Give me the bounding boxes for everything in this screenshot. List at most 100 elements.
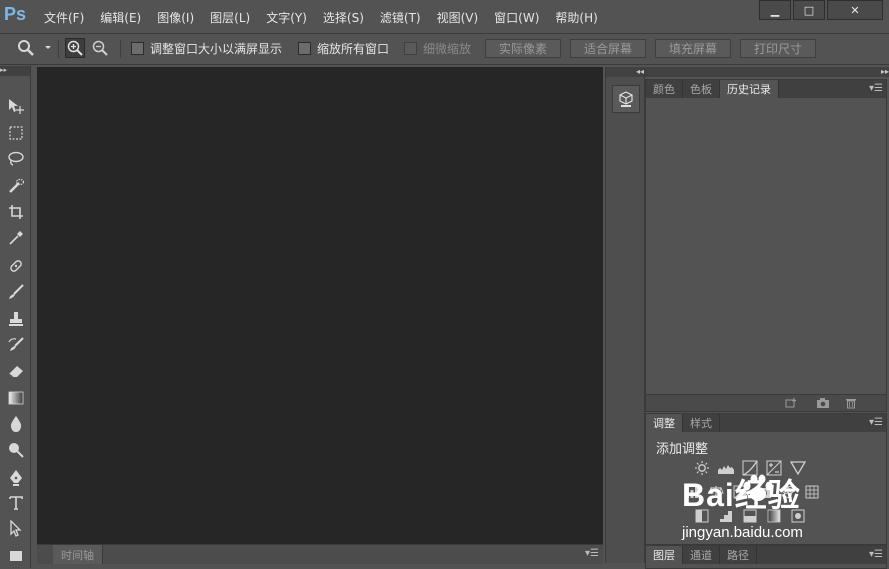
history-brush-icon: [8, 337, 24, 351]
eyedropper-icon: [9, 231, 23, 245]
lasso-tool[interactable]: [6, 149, 26, 169]
menu-select[interactable]: 选择(S): [323, 9, 364, 26]
menu-image[interactable]: 图像(I): [157, 9, 194, 26]
menu-window[interactable]: 窗口(W): [494, 9, 539, 26]
tab-styles[interactable]: 样式: [683, 414, 720, 432]
zoom-out-button[interactable]: [90, 38, 110, 58]
print-size-button[interactable]: 打印尺寸: [740, 39, 816, 58]
dropdown-arrow-icon: [45, 46, 51, 49]
move-tool-icon: [9, 99, 24, 114]
paw-logo-icon: [743, 474, 773, 501]
add-adjustment-title: 添加调整: [656, 442, 709, 457]
tab-layers[interactable]: 图层: [646, 546, 683, 564]
panel-menu-icon[interactable]: ▾☰: [869, 549, 883, 560]
history-panel-group: 颜色 色板 历史记录 ▾☰: [645, 79, 887, 412]
zoom-all-windows-option[interactable]: 缩放所有窗口: [298, 39, 389, 57]
brush-icon: [9, 284, 24, 299]
gradient-tool[interactable]: [6, 388, 26, 408]
path-selection-tool[interactable]: [6, 519, 26, 539]
menu-type[interactable]: 文字(Y): [266, 9, 307, 26]
menu-file[interactable]: 文件(F): [44, 9, 84, 26]
magnifier-icon: [18, 40, 34, 56]
close-button[interactable]: ✕: [827, 0, 883, 20]
scrubby-zoom-option[interactable]: 细微缩放: [404, 39, 471, 57]
type-tool[interactable]: [6, 493, 26, 513]
fill-screen-button[interactable]: 填充屏幕: [655, 39, 731, 58]
tools-collapse-icon[interactable]: ▸▸: [0, 66, 30, 76]
eraser-tool[interactable]: [6, 361, 26, 381]
crop-tool[interactable]: [6, 202, 26, 222]
eyedropper-tool[interactable]: [6, 228, 26, 248]
maximize-icon: □: [803, 3, 815, 17]
new-snapshot-button[interactable]: [816, 397, 830, 409]
dodge-tool[interactable]: [6, 440, 26, 460]
gradient-icon: [8, 391, 24, 405]
separator: [58, 40, 59, 58]
tab-adjustments[interactable]: 调整: [646, 414, 683, 432]
history-tabbar: 颜色 色板 历史记录 ▾☰: [646, 80, 886, 98]
tab-swatches[interactable]: 色板: [683, 80, 720, 98]
pen-tool[interactable]: [6, 468, 26, 488]
lasso-icon: [8, 151, 24, 166]
shape-tool[interactable]: [6, 546, 26, 566]
type-t-icon: [9, 496, 23, 510]
rectangular-marquee-icon: [9, 126, 23, 140]
watermark-site: jingyan.baidu.com: [682, 524, 803, 541]
healing-brush-icon: [10, 260, 22, 272]
quick-selection-tool[interactable]: [6, 176, 26, 196]
options-bar: 调整窗口大小以满屏显示 缩放所有窗口 细微缩放 实际像素 适合屏幕 填充屏幕 打…: [0, 34, 889, 65]
minimize-button[interactable]: ▁: [759, 0, 791, 20]
tab-color[interactable]: 颜色: [646, 80, 683, 98]
menu-edit[interactable]: 编辑(E): [100, 9, 141, 26]
menu-view[interactable]: 视图(V): [437, 9, 479, 26]
marquee-tool[interactable]: [6, 123, 26, 143]
path-selection-icon: [10, 520, 22, 537]
resize-windows-checkbox[interactable]: [131, 41, 144, 55]
scrubby-zoom-checkbox[interactable]: [404, 41, 417, 55]
pen-icon: [10, 470, 22, 486]
panel-menu-icon[interactable]: ▾☰: [585, 548, 599, 559]
dock-collapse-icon[interactable]: ◂◂: [606, 67, 644, 77]
camera-icon: [817, 398, 829, 408]
timeline-tab[interactable]: 时间轴: [53, 545, 103, 564]
scrubby-zoom-label: 细微缩放: [423, 41, 472, 56]
clone-stamp-tool[interactable]: [6, 309, 26, 329]
close-icon: ✕: [850, 3, 860, 17]
eraser-icon: [8, 366, 23, 378]
separator: [120, 40, 121, 58]
menu-layer[interactable]: 图层(L): [210, 9, 250, 26]
history-brush-tool[interactable]: [6, 335, 26, 355]
zoom-all-windows-label: 缩放所有窗口: [317, 41, 390, 56]
zoom-in-button[interactable]: [65, 38, 85, 58]
panels-collapse-icon[interactable]: ▸▸: [645, 67, 889, 77]
app-logo: Ps: [4, 4, 27, 24]
stamp-icon: [9, 312, 23, 326]
3d-panel-button[interactable]: [612, 85, 640, 113]
actual-pixels-button[interactable]: 实际像素: [485, 39, 561, 58]
zoom-all-windows-checkbox[interactable]: [298, 41, 311, 55]
new-document-from-state-button[interactable]: [784, 397, 798, 409]
tools-panel: ▸▸: [0, 66, 31, 568]
tool-preset-dropdown[interactable]: [38, 38, 58, 58]
zoom-tool-preset[interactable]: [16, 38, 36, 58]
panel-menu-icon[interactable]: ▾☰: [869, 417, 883, 428]
menu-bar: Ps 文件(F) 编辑(E) 图像(I) 图层(L) 文字(Y) 选择(S) 滤…: [0, 0, 889, 34]
history-panel-footer: [646, 394, 886, 411]
maximize-button[interactable]: □: [793, 0, 825, 20]
fit-screen-button[interactable]: 适合屏幕: [570, 39, 646, 58]
document-canvas[interactable]: [37, 67, 603, 544]
tab-history[interactable]: 历史记录: [720, 80, 779, 98]
panel-menu-icon[interactable]: ▾☰: [869, 83, 883, 94]
brush-tool[interactable]: [6, 282, 26, 302]
adjustments-tabbar: 调整 样式 ▾☰: [646, 414, 886, 432]
menu-items: 文件(F) 编辑(E) 图像(I) 图层(L) 文字(Y) 选择(S) 滤镜(T…: [44, 9, 614, 26]
blur-tool[interactable]: [6, 414, 26, 434]
menu-help[interactable]: 帮助(H): [555, 9, 597, 26]
menu-filter[interactable]: 滤镜(T): [380, 9, 421, 26]
healing-brush-tool[interactable]: [6, 256, 26, 276]
delete-state-button[interactable]: [844, 397, 858, 409]
new-document-icon: [785, 398, 796, 408]
crop-icon: [9, 205, 23, 219]
move-tool[interactable]: [6, 96, 26, 116]
resize-windows-option[interactable]: 调整窗口大小以满屏显示: [131, 39, 282, 57]
